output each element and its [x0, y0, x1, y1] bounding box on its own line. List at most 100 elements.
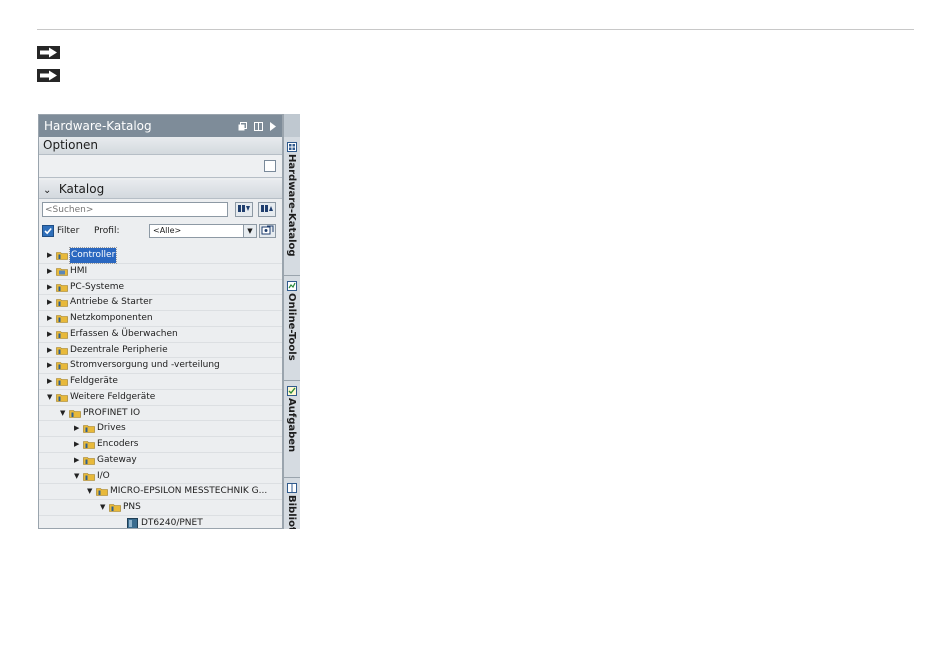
collapsed-arrow-icon[interactable]: ▶ — [47, 327, 55, 342]
tree-item[interactable]: DT6240/PNET — [39, 516, 282, 528]
folder-icon — [83, 425, 95, 434]
tree-item[interactable]: ▶ Antriebe & Starter — [39, 295, 282, 311]
tree-item[interactable]: ▶ PC-Systeme — [39, 280, 282, 296]
chevron-down-icon[interactable]: ⌄ — [43, 182, 55, 200]
dropdown-arrow-icon[interactable]: ▼ — [243, 225, 256, 237]
expanded-arrow-icon[interactable]: ▼ — [87, 484, 95, 499]
tree-item-label: PROFINET IO — [83, 407, 141, 418]
optionen-row — [39, 155, 282, 178]
folder-icon — [56, 362, 68, 371]
tree-item-label: I/O — [97, 470, 110, 481]
collapsed-arrow-icon[interactable]: ▶ — [47, 374, 55, 389]
float-window-icon[interactable] — [238, 121, 247, 131]
collapsed-arrow-icon[interactable]: ▶ — [47, 295, 55, 310]
tree-item-label: Stromversorgung und -verteilung — [70, 360, 220, 371]
tree-item-label: DT6240/PNET — [141, 517, 203, 528]
filter-label: Filter — [57, 226, 80, 236]
tree-item-label: Dezentrale Peripherie — [70, 344, 168, 355]
collapsed-arrow-icon[interactable]: ▶ — [47, 248, 55, 263]
filter-row: Filter Profil: <Alle> ▼ — [39, 221, 282, 241]
katalog-header[interactable]: ⌄ Katalog — [39, 180, 282, 199]
collapsed-arrow-icon[interactable]: ▶ — [74, 421, 82, 436]
tab-hardware-katalog[interactable]: Hardware-Katalog — [284, 138, 300, 276]
panel-title-bar: Hardware-Katalog — [39, 115, 282, 137]
tab-aufgaben[interactable]: Aufgaben — [284, 382, 300, 478]
search-up-button[interactable] — [258, 202, 276, 217]
search-down-button[interactable] — [235, 202, 253, 217]
folder-icon — [56, 330, 68, 339]
panel-title: Hardware-Katalog — [44, 119, 152, 133]
collapse-arrow-icon[interactable] — [270, 121, 276, 131]
tree-item[interactable]: ▶ Controller — [39, 247, 282, 264]
collapsed-arrow-icon[interactable]: ▶ — [74, 437, 82, 452]
tree-item[interactable]: ▶ Dezentrale Peripherie — [39, 343, 282, 359]
folder-icon — [83, 472, 95, 481]
tab-label: Online-Tools — [286, 293, 297, 361]
hardware-catalog-panel: Hardware-Katalog Optionen ⌄ Katalog Filt… — [38, 114, 283, 529]
tree-item[interactable]: ▶ HMI — [39, 264, 282, 280]
search-up-icon — [261, 205, 273, 212]
search-row — [39, 199, 282, 221]
collapsed-arrow-icon[interactable]: ▶ — [47, 358, 55, 373]
tree-item-label: Erfassen & Überwachen — [70, 328, 178, 339]
tree-item-label: HMI — [70, 265, 88, 276]
katalog-label: Katalog — [58, 182, 105, 196]
tree-item-label: Netzkomponenten — [70, 313, 153, 323]
folder-icon — [56, 315, 68, 323]
profil-select[interactable]: <Alle> ▼ — [149, 224, 257, 238]
search-input[interactable] — [42, 202, 228, 217]
filter-checkbox[interactable] — [42, 225, 54, 237]
options-toggle-icon[interactable] — [264, 160, 276, 172]
tree-item[interactable]: ▼ I/O — [39, 469, 282, 485]
tree-item[interactable]: ▶ Encoders — [39, 437, 282, 453]
expanded-arrow-icon[interactable]: ▼ — [100, 500, 108, 515]
tab-label: Bibliot — [286, 495, 297, 529]
tree-item-label: Controller — [68, 247, 118, 264]
collapsed-arrow-icon[interactable]: ▶ — [47, 311, 55, 326]
folder-icon — [83, 441, 95, 449]
folder-icon — [69, 409, 81, 418]
tree-item[interactable]: ▼ MICRO-EPSILON MESSTECHNIK G... — [39, 484, 282, 500]
folder-icon — [96, 488, 108, 497]
search-down-icon — [238, 205, 250, 212]
tab-online-tools[interactable]: Online-Tools — [284, 277, 300, 381]
tree-item[interactable]: ▶ Stromversorgung und -verteilung — [39, 358, 282, 374]
catalog-icon — [287, 142, 297, 152]
tree-item-label: Gateway — [97, 454, 137, 465]
profile-settings-button[interactable] — [259, 224, 276, 238]
tree-item-label: Drives — [97, 423, 126, 434]
collapsed-arrow-icon[interactable]: ▶ — [47, 280, 55, 295]
tree-item[interactable]: ▶ Netzkomponenten — [39, 311, 282, 327]
expanded-arrow-icon[interactable]: ▼ — [47, 390, 55, 405]
tree-item-label: PC-Systeme — [70, 281, 125, 292]
tree-item[interactable]: ▶ Feldgeräte — [39, 374, 282, 390]
folder-icon — [56, 378, 68, 386]
tree-item[interactable]: ▶ Erfassen & Überwachen — [39, 327, 282, 343]
optionen-header[interactable]: Optionen — [39, 137, 282, 155]
collapsed-arrow-icon[interactable]: ▶ — [74, 453, 82, 468]
tree-item[interactable]: ▶ Drives — [39, 421, 282, 437]
device-icon — [127, 517, 138, 528]
folder-icon — [56, 252, 68, 260]
side-tab-bar-top — [284, 114, 300, 137]
online-tools-icon — [287, 281, 297, 291]
tree-item[interactable]: ▶ Gateway — [39, 453, 282, 469]
checkmark-icon — [44, 227, 52, 235]
tasks-icon — [287, 386, 297, 396]
tree-item-label: MICRO-EPSILON MESSTECHNIK G... — [110, 486, 268, 497]
tree-item[interactable]: ▼ PROFINET IO — [39, 406, 282, 422]
expanded-arrow-icon[interactable]: ▼ — [74, 469, 82, 484]
tab-label: Aufgaben — [286, 398, 297, 453]
split-window-icon[interactable] — [254, 121, 263, 131]
optionen-label: Optionen — [43, 138, 99, 152]
collapsed-arrow-icon[interactable]: ▶ — [47, 343, 55, 358]
tree-item-label: PNS — [123, 502, 141, 512]
hmi-folder-icon — [56, 267, 68, 276]
tab-bibliotheken[interactable]: Bibliot — [284, 479, 300, 529]
tree-item[interactable]: ▼ PNS — [39, 500, 282, 516]
folder-icon — [109, 504, 121, 512]
tree-item[interactable]: ▼ Weitere Feldgeräte — [39, 390, 282, 406]
expanded-arrow-icon[interactable]: ▼ — [60, 406, 68, 421]
collapsed-arrow-icon[interactable]: ▶ — [47, 264, 55, 279]
library-icon — [287, 483, 297, 493]
